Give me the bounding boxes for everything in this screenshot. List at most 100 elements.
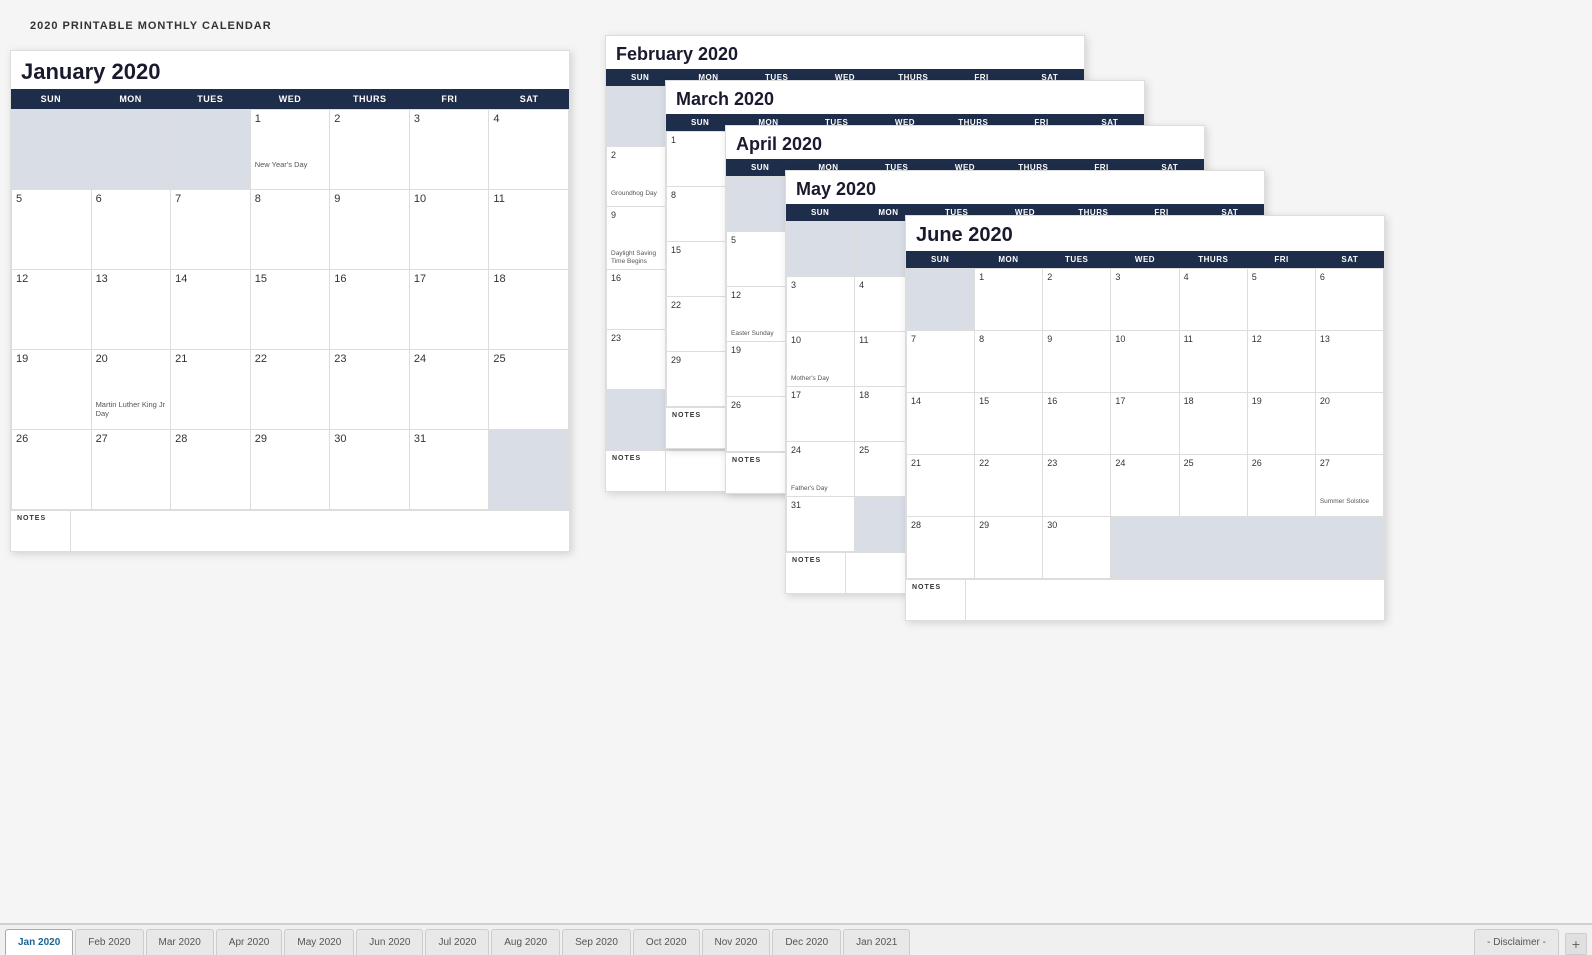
march-notes-label: NOTES — [666, 408, 726, 448]
table-row: 10 — [1111, 331, 1179, 393]
tab-jun-2020[interactable]: Jun 2020 — [356, 929, 423, 955]
app-container: 2020 PRINTABLE MONTHLY CALENDAR January … — [0, 0, 1592, 955]
table-row: 6 — [1316, 269, 1384, 331]
table-row: 24 Father's Day — [787, 442, 855, 497]
table-row: 29 — [975, 517, 1043, 579]
table-row: 27 — [92, 430, 172, 510]
february-title: February 2020 — [606, 36, 1084, 69]
table-row: 8 — [975, 331, 1043, 393]
table-row: 22 — [251, 350, 331, 430]
tab-aug-2020[interactable]: Aug 2020 — [491, 929, 560, 955]
table-row — [907, 269, 975, 331]
table-row — [92, 110, 172, 190]
table-row: 27 Summer Solstice — [1316, 455, 1384, 517]
table-row: 7 — [171, 190, 251, 270]
tab-may-2020[interactable]: May 2020 — [284, 929, 354, 955]
tab-apr-2020[interactable]: Apr 2020 — [216, 929, 283, 955]
table-row: 1 New Year's Day — [251, 110, 331, 190]
june-notes-area[interactable] — [966, 580, 1384, 620]
tab-oct-2020[interactable]: Oct 2020 — [633, 929, 700, 955]
tab-disclaimer[interactable]: - Disclaimer - — [1474, 929, 1559, 955]
jan-hdr-fri: FRI — [410, 89, 490, 109]
table-row: 3 — [787, 277, 855, 332]
tab-jan-2021[interactable]: Jan 2021 — [843, 929, 910, 955]
table-row: 3 — [1111, 269, 1179, 331]
table-row: 18 — [489, 270, 569, 350]
table-row: 15 — [251, 270, 331, 350]
table-row: 23 — [330, 350, 410, 430]
table-row — [171, 110, 251, 190]
tab-bar: Jan 2020 Feb 2020 Mar 2020 Apr 2020 May … — [0, 923, 1592, 955]
table-row: 9 — [330, 190, 410, 270]
table-row: 11 — [1180, 331, 1248, 393]
table-row: 26 — [12, 430, 92, 510]
table-row: 26 — [1248, 455, 1316, 517]
june-notes: NOTES — [906, 579, 1384, 620]
table-row: 13 — [92, 270, 172, 350]
add-sheet-button[interactable]: + — [1565, 933, 1587, 955]
table-row: 19 — [12, 350, 92, 430]
table-row: 1 — [975, 269, 1043, 331]
table-row: 20 Martin Luther King Jr Day — [92, 350, 172, 430]
table-row: 4 — [1180, 269, 1248, 331]
table-row: 17 — [1111, 393, 1179, 455]
table-row: 11 — [489, 190, 569, 270]
table-row: 23 — [1043, 455, 1111, 517]
table-row: 2 — [1043, 269, 1111, 331]
table-row: 24 — [1111, 455, 1179, 517]
table-row: 9 — [1043, 331, 1111, 393]
table-row — [12, 110, 92, 190]
january-notes: NOTES — [11, 510, 569, 551]
table-row: 14 — [907, 393, 975, 455]
june-title: June 2020 — [906, 216, 1384, 251]
tab-nov-2020[interactable]: Nov 2020 — [702, 929, 771, 955]
table-row: 28 — [171, 430, 251, 510]
june-notes-label: NOTES — [906, 580, 966, 620]
table-row: 21 — [907, 455, 975, 517]
calendar-june: June 2020 SUN MON TUES WED THURS FRI SAT… — [905, 215, 1385, 621]
january-notes-area[interactable] — [71, 511, 569, 551]
table-row: 4 — [489, 110, 569, 190]
add-icon: + — [1572, 936, 1580, 952]
april-notes-label: NOTES — [726, 453, 786, 493]
january-notes-label: NOTES — [11, 511, 71, 551]
may-notes-label: NOTES — [786, 553, 846, 593]
tab-feb-2020[interactable]: Feb 2020 — [75, 929, 143, 955]
table-row — [1111, 517, 1179, 579]
table-row: 13 — [1316, 331, 1384, 393]
table-row: 25 — [489, 350, 569, 430]
jan-hdr-thu: THURS — [330, 89, 410, 109]
table-row — [787, 222, 855, 277]
calendar-january: January 2020 SUN MON TUES WED THURS FRI … — [10, 50, 570, 552]
may-title: May 2020 — [786, 171, 1264, 204]
table-row — [1248, 517, 1316, 579]
table-row: 17 — [787, 387, 855, 442]
table-row: 5 — [12, 190, 92, 270]
january-body: 1 New Year's Day 2 3 4 5 6 7 8 9 10 11 1… — [11, 109, 569, 510]
table-row: 14 — [171, 270, 251, 350]
table-row: 2 — [330, 110, 410, 190]
tab-mar-2020[interactable]: Mar 2020 — [146, 929, 214, 955]
january-title: January 2020 — [11, 51, 569, 89]
jan-hdr-tue: TUES — [170, 89, 250, 109]
april-title: April 2020 — [726, 126, 1204, 159]
table-row: 19 — [1248, 393, 1316, 455]
table-row: 7 — [907, 331, 975, 393]
tab-sep-2020[interactable]: Sep 2020 — [562, 929, 631, 955]
table-row: 25 — [1180, 455, 1248, 517]
june-body: 1 2 3 4 5 6 7 8 9 10 11 12 13 14 15 16 1… — [906, 268, 1384, 579]
february-notes-label: NOTES — [606, 451, 666, 491]
table-row: 22 — [975, 455, 1043, 517]
jan-hdr-sun: SUN — [11, 89, 91, 109]
tab-jul-2020[interactable]: Jul 2020 — [425, 929, 489, 955]
tab-jan-2020[interactable]: Jan 2020 — [5, 929, 73, 955]
january-header: SUN MON TUES WED THURS FRI SAT — [11, 89, 569, 109]
jan-hdr-mon: MON — [91, 89, 171, 109]
table-row: 6 — [92, 190, 172, 270]
table-row: 5 — [1248, 269, 1316, 331]
table-row: 21 — [171, 350, 251, 430]
table-row — [1180, 517, 1248, 579]
tab-dec-2020[interactable]: Dec 2020 — [772, 929, 841, 955]
table-row: 30 — [330, 430, 410, 510]
table-row: 3 — [410, 110, 490, 190]
